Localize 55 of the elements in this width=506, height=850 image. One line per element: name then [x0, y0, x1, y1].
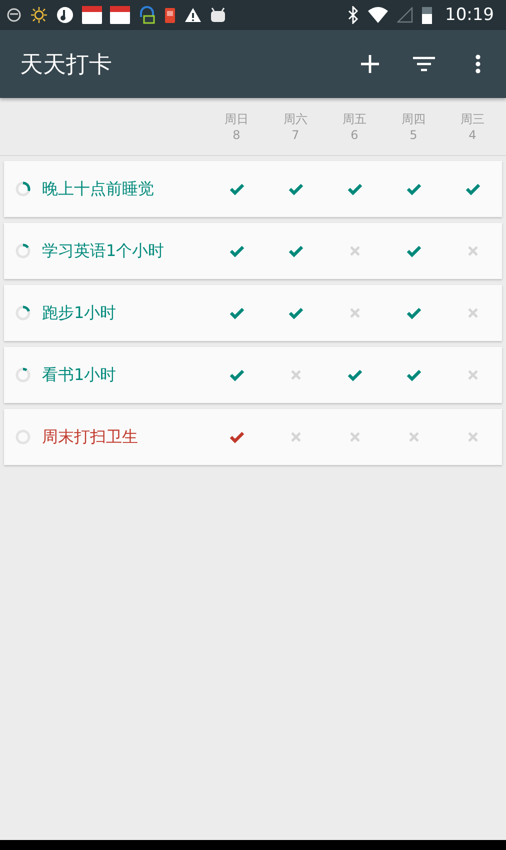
signal-icon	[397, 7, 413, 23]
progress-ring	[14, 180, 32, 198]
check-icon[interactable]	[346, 368, 362, 382]
check-icon[interactable]	[228, 306, 244, 320]
app-title: 天天打卡	[20, 50, 112, 80]
weekday-label: 周三	[460, 110, 484, 126]
bluetooth-icon	[347, 6, 359, 24]
date-label: 6	[350, 126, 358, 142]
check-icon[interactable]	[228, 244, 244, 258]
wifi-icon	[367, 7, 389, 23]
plus-icon	[360, 54, 380, 74]
calendar-icon	[110, 5, 130, 25]
habit-card[interactable]: 跑步1小时	[4, 285, 502, 341]
check-icon[interactable]	[464, 182, 480, 196]
habit-name: 看书1小时	[42, 364, 116, 386]
weekday-label: 周四	[402, 110, 426, 126]
habit-name: 晚上十点前睡觉	[42, 178, 154, 200]
calendar-icon	[82, 5, 102, 25]
check-icon[interactable]	[346, 182, 362, 196]
weekday-label: 周六	[284, 110, 308, 126]
battery-icon	[421, 5, 433, 25]
check-icon[interactable]	[288, 244, 304, 258]
sun-icon	[30, 6, 48, 24]
habit-name: 跑步1小时	[42, 302, 116, 324]
check-icon[interactable]	[228, 368, 244, 382]
weekday-label: 周五	[342, 110, 366, 126]
music-note-icon	[56, 6, 74, 24]
date-label: 8	[232, 126, 240, 142]
check-icon[interactable]	[228, 430, 244, 444]
progress-ring	[14, 366, 32, 384]
check-icon[interactable]	[406, 182, 422, 196]
check-icon[interactable]	[288, 306, 304, 320]
battery-icon	[164, 6, 176, 24]
check-icon[interactable]	[406, 368, 422, 382]
date-label: 5	[410, 126, 418, 142]
habit-card[interactable]: 周末打扫卫生	[4, 409, 502, 465]
check-icon[interactable]	[406, 306, 422, 320]
date-label: 7	[292, 126, 300, 142]
filter-icon	[413, 56, 435, 72]
progress-ring	[14, 242, 32, 260]
check-icon[interactable]	[406, 244, 422, 258]
clock-time: 10:19	[445, 5, 494, 25]
more-icon	[475, 54, 481, 74]
habit-name: 学习英语1个小时	[42, 240, 164, 262]
check-icon[interactable]	[228, 182, 244, 196]
warning-icon	[184, 7, 202, 23]
habit-card[interactable]: 晚上十点前睡觉	[4, 161, 502, 217]
robot-icon	[210, 7, 226, 23]
weekday-label: 周日	[224, 110, 248, 126]
habit-name: 周末打扫卫生	[42, 426, 138, 448]
progress-ring	[14, 304, 32, 322]
habit-card[interactable]: 学习英语1个小时	[4, 223, 502, 279]
date-label: 4	[468, 126, 476, 142]
check-icon[interactable]	[288, 182, 304, 196]
habit-card[interactable]: 看书1小时	[4, 347, 502, 403]
